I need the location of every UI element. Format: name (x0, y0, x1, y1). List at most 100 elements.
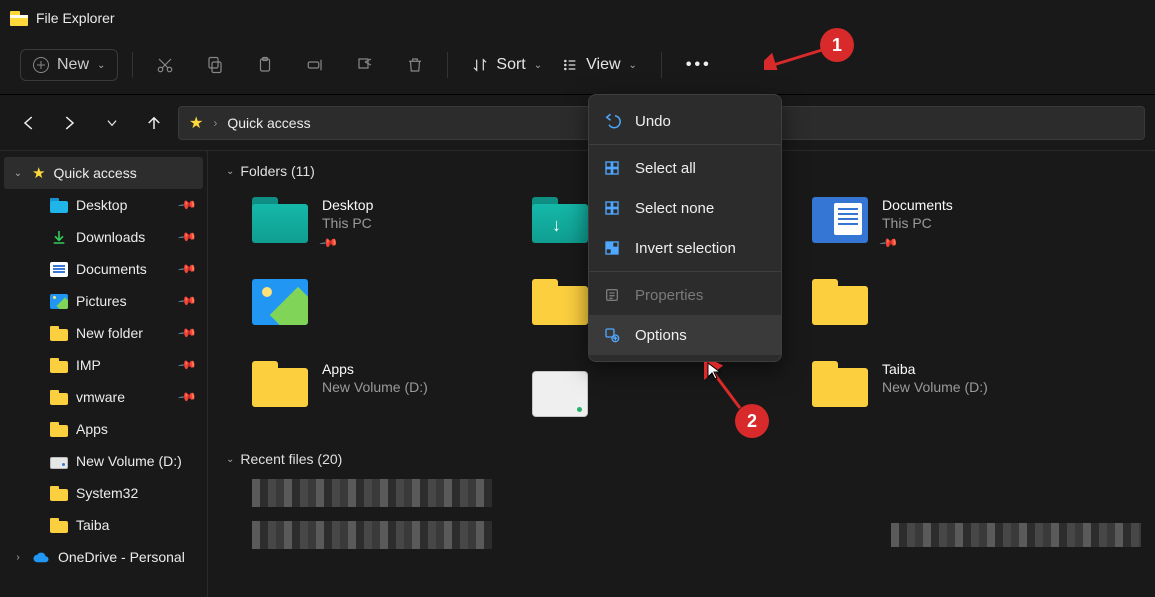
sidebar-item[interactable]: Apps (4, 413, 203, 445)
pin-icon: 📌 (177, 387, 197, 407)
menu-options[interactable]: Options (589, 315, 781, 355)
sidebar-item[interactable]: Desktop 📌 (4, 189, 203, 221)
folder-name: Desktop (322, 197, 373, 213)
sidebar-item-label: System32 (76, 485, 138, 501)
share-icon[interactable] (347, 47, 383, 83)
paste-icon[interactable] (247, 47, 283, 83)
rename-icon[interactable] (297, 47, 333, 83)
sidebar-item[interactable]: Downloads 📌 (4, 221, 203, 253)
recent-locations-button[interactable] (94, 105, 130, 141)
menu-undo[interactable]: Undo (589, 101, 781, 141)
sidebar-item[interactable]: System32 (4, 477, 203, 509)
folder-tile[interactable] (812, 275, 1072, 347)
sidebar-item-label: Apps (76, 421, 108, 437)
undo-icon (603, 112, 621, 130)
more-icon: ••• (686, 56, 712, 74)
sidebar-item[interactable]: ⌄★Quick access (4, 157, 203, 189)
folder-tile[interactable]: DesktopThis PC📌 (252, 193, 512, 265)
view-label: View (586, 56, 620, 74)
sidebar-item-label: Pictures (76, 293, 127, 309)
invert-selection-icon (603, 239, 621, 257)
pin-icon: 📌 (177, 323, 197, 343)
cut-icon[interactable] (147, 47, 183, 83)
new-button[interactable]: New ⌄ (20, 49, 118, 81)
folder-tile[interactable]: TaibaNew Volume (D:) (812, 357, 1072, 429)
sidebar-item-label: Documents (76, 261, 147, 277)
sidebar-item[interactable]: Taiba (4, 509, 203, 541)
recent-section-title: Recent files (20) (240, 451, 342, 467)
folder-location: New Volume (D:) (882, 379, 988, 395)
properties-icon (603, 286, 621, 304)
sidebar-item-label: Desktop (76, 197, 127, 213)
pin-icon: 📌 (177, 355, 197, 375)
cursor-icon (707, 362, 721, 380)
forward-button[interactable] (52, 105, 88, 141)
chevron-down-icon: ⌄ (629, 60, 637, 71)
divider (132, 52, 133, 78)
address-bar: ★ › Quick access (0, 94, 1155, 150)
app-icon (10, 11, 28, 26)
pin-icon: 📌 (177, 195, 197, 215)
back-button[interactable] (10, 105, 46, 141)
more-button[interactable]: ••• (676, 50, 722, 80)
sort-icon (472, 57, 488, 73)
select-none-icon (603, 199, 621, 217)
sidebar-item-label: New Volume (D:) (76, 453, 182, 469)
chevron-down-icon: ⌄ (97, 60, 105, 71)
recent-section-header[interactable]: ⌄ Recent files (20) (226, 445, 1137, 473)
folder-location: New Volume (D:) (322, 379, 428, 395)
context-menu: Undo Select all Select none Invert selec… (588, 94, 782, 362)
menu-separator (589, 271, 781, 272)
annotation-arrow-1 (764, 48, 826, 70)
menu-invert-label: Invert selection (635, 240, 736, 257)
divider (661, 52, 662, 78)
chevron-down-icon: ⌄ (12, 168, 24, 179)
sidebar-item[interactable]: New folder📌 (4, 317, 203, 349)
select-all-icon (603, 159, 621, 177)
pin-icon: 📌 (177, 227, 197, 247)
menu-select-none[interactable]: Select none (589, 188, 781, 228)
folder-location: This PC (882, 215, 953, 231)
breadcrumb-location: Quick access (227, 115, 310, 131)
folder-tile[interactable]: Apps New Volume (D:) (252, 357, 512, 429)
folder-tile[interactable] (252, 275, 512, 347)
folder-name: Apps (322, 361, 428, 377)
trash-icon[interactable] (397, 47, 433, 83)
menu-select-none-label: Select none (635, 200, 714, 217)
menu-select-all[interactable]: Select all (589, 148, 781, 188)
chevron-right-icon: › (213, 116, 217, 130)
chevron-right-icon: › (12, 552, 24, 563)
pin-icon: 📌 (177, 259, 197, 279)
sort-button[interactable]: Sort ⌄ (462, 50, 552, 80)
toolbar: New ⌄ Sort ⌄ View ⌄ ••• (0, 36, 1155, 94)
sidebar-item[interactable]: Pictures 📌 (4, 285, 203, 317)
menu-separator (589, 144, 781, 145)
folder-name: Documents (882, 197, 953, 213)
menu-options-label: Options (635, 327, 687, 344)
sidebar-item[interactable]: IMP 📌 (4, 349, 203, 381)
redacted-content (891, 523, 1141, 547)
sidebar-item[interactable]: vmware📌 (4, 381, 203, 413)
menu-properties-label: Properties (635, 287, 703, 304)
annotation-badge-1: 1 (820, 28, 854, 62)
sidebar-item-label: IMP (76, 357, 101, 373)
annotation-badge-2: 2 (735, 404, 769, 438)
view-button[interactable]: View ⌄ (552, 50, 647, 80)
divider (447, 52, 448, 78)
sidebar-item[interactable]: Documents 📌 (4, 253, 203, 285)
title-bar: File Explorer (0, 0, 1155, 36)
menu-invert-selection[interactable]: Invert selection (589, 228, 781, 268)
pin-icon: 📌 (177, 291, 197, 311)
folder-location: This PC (322, 215, 373, 231)
sidebar-item-label: OneDrive - Personal (58, 549, 185, 565)
sidebar-item-label: Downloads (76, 229, 145, 245)
redacted-content (252, 521, 492, 549)
copy-icon[interactable] (197, 47, 233, 83)
app-title: File Explorer (36, 10, 115, 26)
sidebar-item-label: Quick access (53, 165, 136, 181)
up-button[interactable] (136, 105, 172, 141)
sidebar-item[interactable]: New Volume (D:) (4, 445, 203, 477)
sidebar-item[interactable]: › OneDrive - Personal (4, 541, 203, 573)
chevron-down-icon: ⌄ (226, 166, 234, 177)
folder-tile[interactable]: DocumentsThis PC📌 (812, 193, 1072, 265)
